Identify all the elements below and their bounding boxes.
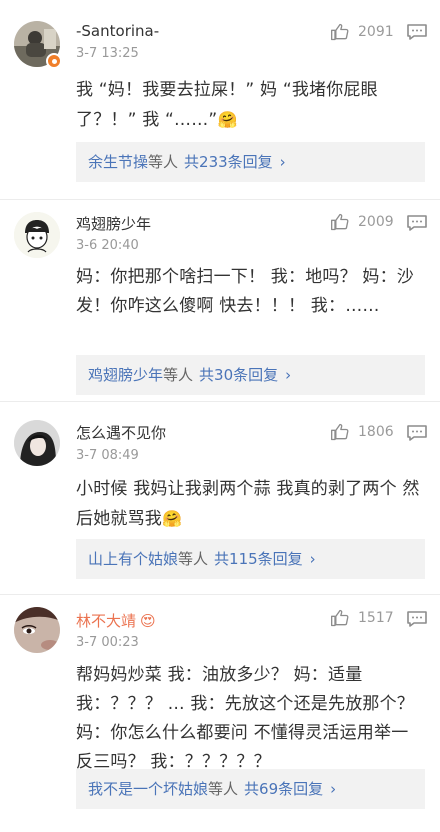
like-count: 2091: [358, 24, 394, 40]
verified-badge-icon: [46, 53, 62, 69]
timestamp: 3-7 00:23: [76, 635, 139, 650]
reply-count: 共233条回复: [184, 153, 273, 171]
reply-author: 山上有个姑娘: [88, 550, 179, 568]
reply-count: 共115条回复: [214, 550, 303, 568]
username[interactable]: 鸡翅膀少年: [76, 213, 151, 234]
username[interactable]: 怎么遇不见你: [76, 422, 166, 443]
chevron-right-icon: ›: [330, 780, 337, 798]
like-button[interactable]: 2091: [330, 21, 394, 43]
like-count: 1806: [358, 424, 394, 440]
like-count: 1517: [358, 610, 394, 626]
comment-icon[interactable]: [406, 214, 428, 232]
thumbs-up-icon: [331, 423, 349, 441]
timestamp: 3-7 08:49: [76, 448, 139, 463]
like-button[interactable]: 2009: [330, 211, 394, 233]
timestamp: 3-7 13:25: [76, 46, 139, 61]
comment-item: 林不大靖 😍 3-7 00:23 1517 帮妈妈炒菜 我：油放多少？ 妈：适量 …: [0, 595, 440, 832]
comment-icon[interactable]: [406, 424, 428, 442]
chevron-right-icon: ›: [285, 366, 292, 384]
replies-link[interactable]: 余生节操等人 共233条回复 ›: [76, 142, 425, 182]
replies-link[interactable]: 鸡翅膀少年等人 共30条回复 ›: [76, 355, 425, 395]
thumbs-up-icon: [331, 609, 349, 627]
thumbs-up-icon: [331, 213, 349, 231]
replies-link[interactable]: 我不是一个坏姑娘等人 共69条回复 ›: [76, 769, 425, 809]
chevron-right-icon: ›: [309, 550, 316, 568]
avatar[interactable]: [14, 420, 60, 466]
comment-text: 小时候 我妈让我剥两个蒜 我真的剥了两个 然后她就骂我🤗: [76, 479, 420, 529]
reply-count: 共69条回复: [244, 780, 324, 798]
comment-text: 帮妈妈炒菜 我：油放多少？ 妈：适量 我：？？？ … 我：先放这个还是先放那个？…: [76, 665, 415, 772]
reply-author: 鸡翅膀少年: [88, 366, 164, 384]
like-count: 2009: [358, 214, 394, 230]
reply-author: 我不是一个坏姑娘: [88, 780, 209, 798]
username[interactable]: 林不大靖 😍: [76, 610, 156, 631]
avatar[interactable]: [14, 212, 60, 258]
heart-eyes-emoji-icon: 😍: [140, 612, 156, 630]
username[interactable]: -Santorina-: [76, 22, 159, 40]
comment-icon[interactable]: [406, 23, 428, 41]
comment-icon[interactable]: [406, 610, 428, 628]
hug-emoji-icon: 🤗: [162, 509, 183, 528]
comment-text: 妈：你把那个啥扫一下！ 我：地吗？ 妈：沙发！你咋这么傻啊 快去！！！ 我：……: [76, 267, 415, 316]
chevron-right-icon: ›: [279, 153, 286, 171]
replies-link[interactable]: 山上有个姑娘等人 共115条回复 ›: [76, 539, 425, 579]
like-button[interactable]: 1806: [330, 421, 394, 443]
reply-author: 余生节操: [88, 153, 149, 171]
comment-item: 鸡翅膀少年 3-6 20:40 2009 妈：你把那个啥扫一下！ 我：地吗？ 妈…: [0, 200, 440, 402]
thumbs-up-icon: [331, 23, 349, 41]
comment-item: -Santorina- 3-7 13:25 2091 我 “妈！我要去拉屎！” …: [0, 0, 440, 200]
comment-text: 我 “妈！我要去拉屎！” 妈 “我堵你屁眼了？！” 我 “……”🤗: [76, 80, 378, 130]
timestamp: 3-6 20:40: [76, 238, 139, 253]
comment-item: 怎么遇不见你 3-7 08:49 1806 小时候 我妈让我剥两个蒜 我真的剥了…: [0, 402, 440, 595]
like-button[interactable]: 1517: [330, 607, 394, 629]
avatar[interactable]: [14, 607, 60, 653]
reply-count: 共30条回复: [199, 366, 279, 384]
hug-emoji-icon: 🤗: [217, 110, 238, 129]
